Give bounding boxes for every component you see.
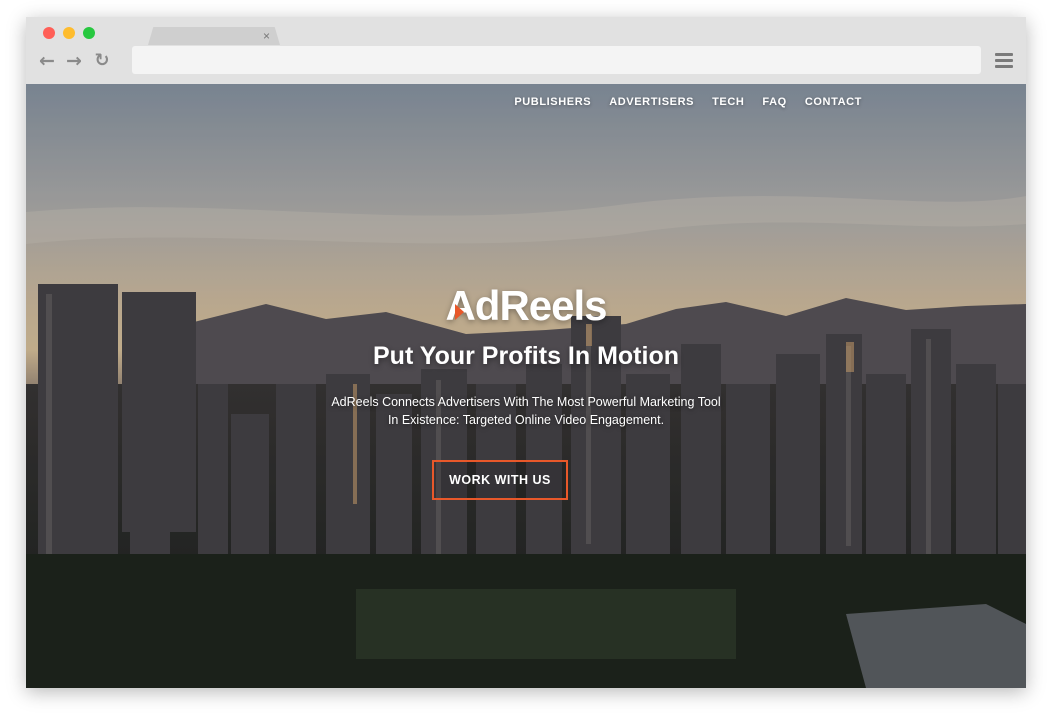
maximize-window-button[interactable]	[83, 27, 95, 39]
back-arrow-icon[interactable]: ←	[37, 51, 57, 71]
minimize-window-button[interactable]	[63, 27, 75, 39]
logo-play-icon	[455, 304, 465, 320]
logo-text: AdReels	[445, 282, 607, 329]
page-viewport: PUBLISHERS ADVERTISERS TECH FAQ CONTACT …	[26, 84, 1026, 688]
hero-subtext-line-1: AdReels Connects Advertisers With The Mo…	[331, 395, 721, 409]
hero-section: AdReels Put Your Profits In Motion AdRee…	[26, 84, 1026, 688]
close-window-button[interactable]	[43, 27, 55, 39]
address-bar-input[interactable]	[132, 46, 981, 74]
site-logo[interactable]: AdReels	[26, 282, 1026, 330]
forward-arrow-icon[interactable]: →	[64, 51, 84, 71]
browser-tab[interactable]: ×	[148, 27, 280, 45]
reload-icon[interactable]: ↻	[92, 51, 112, 71]
work-with-us-button[interactable]: WORK WITH US	[432, 460, 568, 500]
browser-titlebar: × ← → ↻	[26, 17, 1026, 84]
hero-subtext-line-2: In Existence: Targeted Online Video Enga…	[387, 413, 665, 427]
tab-close-icon[interactable]: ×	[263, 27, 270, 45]
hamburger-menu-icon[interactable]	[995, 53, 1013, 68]
browser-window: × ← → ↻ PUBLISHERS ADVERTISERS TECH FAQ …	[26, 17, 1026, 688]
hero-subtext: AdReels Connects Advertisers With The Mo…	[276, 393, 776, 429]
hero-headline: Put Your Profits In Motion	[373, 342, 679, 370]
